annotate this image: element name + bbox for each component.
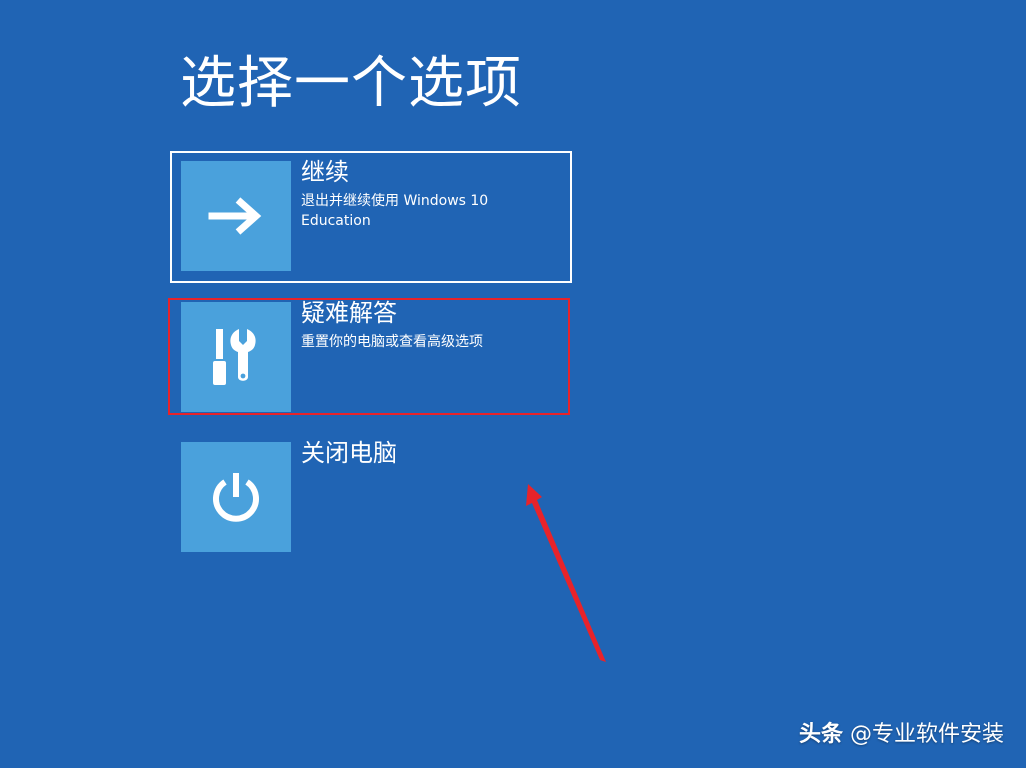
continue-tile <box>181 161 291 271</box>
troubleshoot-tile <box>181 302 291 412</box>
watermark: 头条 @专业软件安装 <box>799 716 1004 748</box>
continue-option[interactable]: 继续 退出并继续使用 Windows 10 Education <box>170 151 572 283</box>
shutdown-tile <box>181 442 291 552</box>
page-title: 选择一个选项 <box>180 51 522 116</box>
shutdown-title: 关闭电脑 <box>301 439 397 467</box>
power-icon <box>213 473 259 522</box>
continue-description: 退出并继续使用 Windows 10 Education <box>301 193 489 229</box>
troubleshoot-option[interactable]: 疑难解答 重置你的电脑或查看高级选项 <box>170 292 572 424</box>
watermark-brand: 头条 <box>798 722 843 747</box>
troubleshoot-description: 重置你的电脑或查看高级选项 <box>301 334 483 350</box>
arrow-right-icon <box>208 197 262 235</box>
watermark-handle: @专业软件安装 <box>849 722 1004 747</box>
shutdown-option[interactable]: 关闭电脑 <box>170 432 572 564</box>
continue-title: 继续 <box>301 158 349 186</box>
troubleshoot-title: 疑难解答 <box>301 299 397 327</box>
tools-icon <box>213 329 256 385</box>
